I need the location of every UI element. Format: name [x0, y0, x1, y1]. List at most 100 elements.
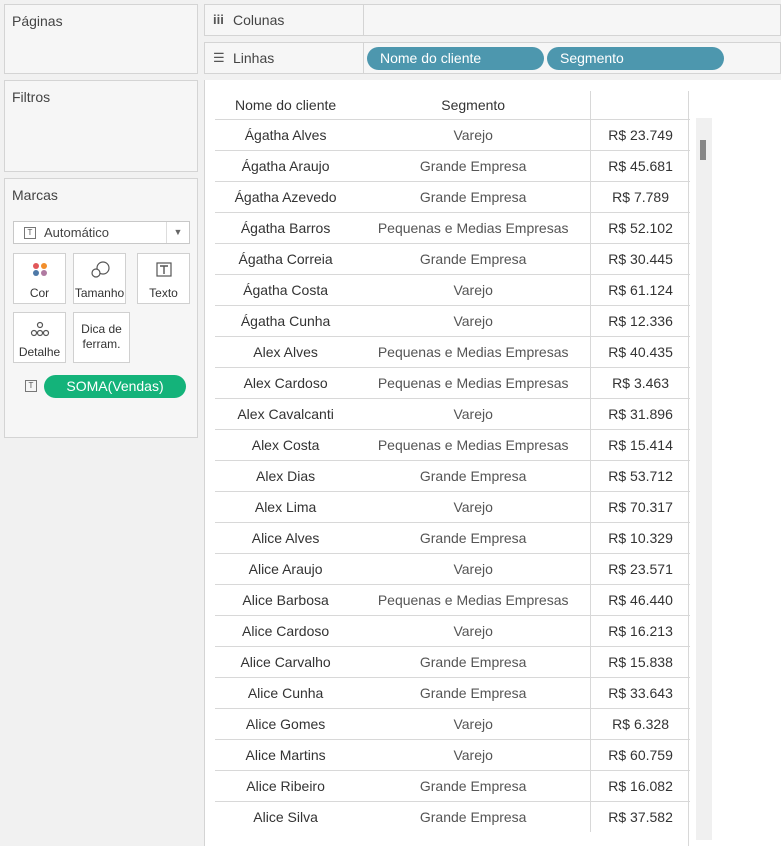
- cell-sales[interactable]: R$ 70.317: [590, 491, 690, 523]
- cell-sales[interactable]: R$ 60.759: [590, 739, 690, 771]
- cell-customer-name[interactable]: Alice Silva: [215, 801, 357, 832]
- cell-segment[interactable]: Varejo: [356, 739, 591, 771]
- cell-customer-name[interactable]: Alex Dias: [215, 460, 357, 492]
- columns-shelf[interactable]: iii Colunas: [204, 4, 781, 36]
- row-pill-segment[interactable]: Segmento: [547, 47, 724, 70]
- scrollbar-thumb[interactable]: [700, 140, 706, 160]
- cell-segment[interactable]: Grande Empresa: [356, 646, 591, 678]
- table-row[interactable]: Alice Barbosa Pequenas e Medias Empresas R…: [215, 584, 690, 616]
- cell-sales[interactable]: R$ 15.838: [590, 646, 690, 678]
- cell-sales[interactable]: R$ 16.082: [590, 770, 690, 802]
- chevron-down-icon[interactable]: ▼: [166, 222, 189, 243]
- detail-button[interactable]: Detalhe: [13, 312, 66, 363]
- cell-segment[interactable]: Pequenas e Medias Empresas: [356, 336, 591, 368]
- cell-segment[interactable]: Grande Empresa: [356, 243, 591, 275]
- cell-customer-name[interactable]: Ágatha Alves: [215, 119, 357, 151]
- cell-customer-name[interactable]: Ágatha Costa: [215, 274, 357, 306]
- cell-customer-name[interactable]: Alex Cardoso: [215, 367, 357, 399]
- table-row[interactable]: Alex Dias Grande Empresa R$ 53.712: [215, 460, 690, 492]
- cell-customer-name[interactable]: Alice Carvalho: [215, 646, 357, 678]
- cell-segment[interactable]: Grande Empresa: [356, 181, 591, 213]
- table-row[interactable]: Alex Lima Varejo R$ 70.317: [215, 491, 690, 523]
- cell-segment[interactable]: Pequenas e Medias Empresas: [356, 212, 591, 244]
- cell-sales[interactable]: R$ 3.463: [590, 367, 690, 399]
- cell-segment[interactable]: Varejo: [356, 119, 591, 151]
- table-row[interactable]: Ágatha Azevedo Grande Empresa R$ 7.789: [215, 181, 690, 213]
- cell-customer-name[interactable]: Ágatha Azevedo: [215, 181, 357, 213]
- table-row[interactable]: Alice Cunha Grande Empresa R$ 33.643: [215, 677, 690, 709]
- cell-sales[interactable]: R$ 37.582: [590, 801, 690, 832]
- vertical-scrollbar[interactable]: [696, 118, 712, 840]
- header-segment[interactable]: Segmento: [356, 91, 590, 120]
- cell-sales[interactable]: R$ 45.681: [590, 150, 690, 182]
- mark-type-dropdown[interactable]: T Automático ▼: [13, 221, 190, 244]
- cell-sales[interactable]: R$ 6.328: [590, 708, 690, 740]
- table-row[interactable]: Alice Silva Grande Empresa R$ 37.582: [215, 801, 690, 832]
- table-row[interactable]: Ágatha Alves Varejo R$ 23.749: [215, 119, 690, 151]
- table-row[interactable]: Ágatha Costa Varejo R$ 61.124: [215, 274, 690, 306]
- cell-customer-name[interactable]: Alex Costa: [215, 429, 357, 461]
- cell-sales[interactable]: R$ 40.435: [590, 336, 690, 368]
- text-button[interactable]: Texto: [137, 253, 190, 304]
- table-row[interactable]: Alice Cardoso Varejo R$ 16.213: [215, 615, 690, 647]
- pages-card[interactable]: Páginas: [4, 4, 198, 74]
- table-row[interactable]: Alice Ribeiro Grande Empresa R$ 16.082: [215, 770, 690, 802]
- cell-customer-name[interactable]: Ágatha Araujo: [215, 150, 357, 182]
- cell-customer-name[interactable]: Alice Araujo: [215, 553, 357, 585]
- cell-sales[interactable]: R$ 61.124: [590, 274, 690, 306]
- cell-segment[interactable]: Varejo: [356, 305, 591, 337]
- header-customer-name[interactable]: Nome do cliente: [215, 91, 356, 120]
- soma-vendas-pill[interactable]: SOMA(Vendas): [44, 375, 186, 398]
- cell-segment[interactable]: Grande Empresa: [356, 770, 591, 802]
- cell-segment[interactable]: Grande Empresa: [356, 460, 591, 492]
- cell-customer-name[interactable]: Ágatha Cunha: [215, 305, 357, 337]
- cell-segment[interactable]: Varejo: [356, 553, 591, 585]
- cell-sales[interactable]: R$ 23.571: [590, 553, 690, 585]
- table-row[interactable]: Ágatha Barros Pequenas e Medias Empresas R…: [215, 212, 690, 244]
- table-row[interactable]: Alex Cardoso Pequenas e Medias Empresas R$…: [215, 367, 690, 399]
- cell-segment[interactable]: Grande Empresa: [356, 522, 591, 554]
- cell-sales[interactable]: R$ 52.102: [590, 212, 690, 244]
- table-row[interactable]: Alex Cavalcanti Varejo R$ 31.896: [215, 398, 690, 430]
- cell-customer-name[interactable]: Alice Gomes: [215, 708, 357, 740]
- cell-customer-name[interactable]: Alice Cardoso: [215, 615, 357, 647]
- table-row[interactable]: Alice Alves Grande Empresa R$ 10.329: [215, 522, 690, 554]
- cell-segment[interactable]: Varejo: [356, 274, 591, 306]
- rows-shelf[interactable]: ☰ Linhas Nome do cliente Segmento: [204, 42, 781, 74]
- table-row[interactable]: Alice Carvalho Grande Empresa R$ 15.838: [215, 646, 690, 678]
- cell-customer-name[interactable]: Alice Barbosa: [215, 584, 357, 616]
- cell-segment[interactable]: Grande Empresa: [356, 150, 591, 182]
- cell-segment[interactable]: Varejo: [356, 615, 591, 647]
- cell-sales[interactable]: R$ 15.414: [590, 429, 690, 461]
- cell-sales[interactable]: R$ 16.213: [590, 615, 690, 647]
- table-row[interactable]: Ágatha Araujo Grande Empresa R$ 45.681: [215, 150, 690, 182]
- table-row[interactable]: Ágatha Cunha Varejo R$ 12.336: [215, 305, 690, 337]
- cell-customer-name[interactable]: Alice Cunha: [215, 677, 357, 709]
- table-row[interactable]: Alice Araujo Varejo R$ 23.571: [215, 553, 690, 585]
- cell-sales[interactable]: R$ 53.712: [590, 460, 690, 492]
- table-row[interactable]: Ágatha Correia Grande Empresa R$ 30.445: [215, 243, 690, 275]
- cell-segment[interactable]: Varejo: [356, 398, 591, 430]
- cell-sales[interactable]: R$ 31.896: [590, 398, 690, 430]
- tooltip-button[interactable]: Dica de ferram.: [73, 312, 130, 363]
- table-row[interactable]: Alex Costa Pequenas e Medias Empresas R$ 1…: [215, 429, 690, 461]
- cell-customer-name[interactable]: Alex Alves: [215, 336, 357, 368]
- row-pill-customer-name[interactable]: Nome do cliente: [367, 47, 544, 70]
- cell-sales[interactable]: R$ 46.440: [590, 584, 690, 616]
- cell-customer-name[interactable]: Ágatha Correia: [215, 243, 357, 275]
- cell-customer-name[interactable]: Alice Martins: [215, 739, 357, 771]
- cell-sales[interactable]: R$ 10.329: [590, 522, 690, 554]
- cell-customer-name[interactable]: Alice Alves: [215, 522, 357, 554]
- cell-segment[interactable]: Grande Empresa: [356, 677, 591, 709]
- cell-segment[interactable]: Varejo: [356, 491, 591, 523]
- cell-segment[interactable]: Grande Empresa: [356, 801, 591, 832]
- cell-sales[interactable]: R$ 33.643: [590, 677, 690, 709]
- cell-segment[interactable]: Pequenas e Medias Empresas: [356, 429, 591, 461]
- cell-sales[interactable]: R$ 7.789: [590, 181, 690, 213]
- cell-customer-name[interactable]: Alice Ribeiro: [215, 770, 357, 802]
- size-button[interactable]: Tamanho: [73, 253, 126, 304]
- table-row[interactable]: Alice Gomes Varejo R$ 6.328: [215, 708, 690, 740]
- cell-customer-name[interactable]: Alex Cavalcanti: [215, 398, 357, 430]
- table-row[interactable]: Alex Alves Pequenas e Medias Empresas R$ 4…: [215, 336, 690, 368]
- cell-segment[interactable]: Varejo: [356, 708, 591, 740]
